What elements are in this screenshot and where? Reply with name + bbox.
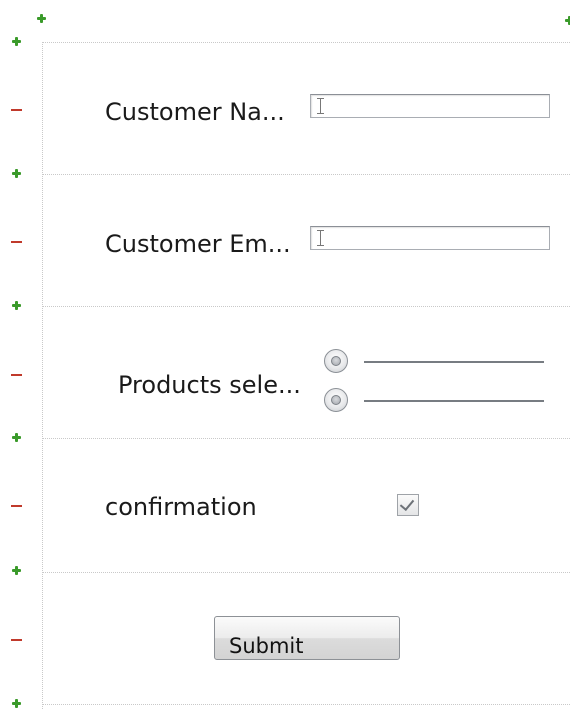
grid-row-guide	[42, 306, 570, 307]
check-icon	[399, 495, 415, 512]
grid-row-guide	[42, 438, 570, 439]
customer-name-label: Customer Na...	[105, 98, 285, 126]
product-radio-2[interactable]	[324, 388, 348, 412]
product-option-2-label	[364, 400, 544, 402]
grid-row-guide	[42, 42, 570, 43]
product-option-1-label	[364, 361, 544, 363]
customer-email-input[interactable]	[310, 226, 550, 250]
grid-row-guide	[42, 704, 570, 705]
confirmation-checkbox[interactable]	[397, 494, 419, 516]
submit-button-label: Submit	[229, 634, 304, 658]
add-column-icon[interactable]	[565, 16, 570, 25]
products-selection-label: Products sele...	[118, 371, 301, 399]
add-row-icon[interactable]	[12, 433, 21, 442]
submit-button[interactable]: Submit	[214, 616, 400, 660]
grid-row-guide	[42, 174, 570, 175]
add-row-icon[interactable]	[12, 566, 21, 575]
product-radio-1[interactable]	[324, 349, 348, 373]
remove-row-icon[interactable]	[11, 369, 23, 381]
remove-row-icon[interactable]	[11, 236, 23, 248]
add-row-icon[interactable]	[12, 37, 21, 46]
add-column-icon[interactable]	[37, 14, 46, 23]
add-row-icon[interactable]	[12, 699, 21, 708]
text-cursor-icon	[317, 98, 324, 114]
add-row-icon[interactable]	[12, 301, 21, 310]
customer-name-input[interactable]	[310, 94, 550, 118]
remove-row-icon[interactable]	[11, 104, 23, 116]
confirmation-label: confirmation	[105, 493, 257, 521]
grid-row-guide	[42, 572, 570, 573]
customer-email-label: Customer Em...	[105, 230, 291, 258]
remove-row-icon[interactable]	[11, 500, 23, 512]
remove-row-icon[interactable]	[11, 634, 23, 646]
add-row-icon[interactable]	[12, 169, 21, 178]
text-cursor-icon	[317, 230, 324, 246]
grid-column-guide	[42, 42, 43, 709]
